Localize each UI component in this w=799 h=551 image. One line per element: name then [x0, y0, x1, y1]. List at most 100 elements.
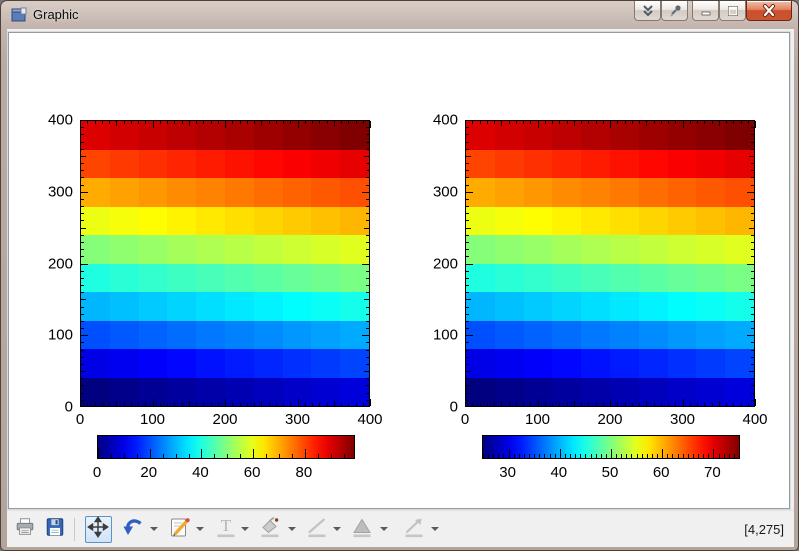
heatmap-cell [581, 235, 610, 264]
line-button[interactable] [305, 517, 329, 541]
axis-tick [751, 170, 754, 171]
axis-tick [366, 249, 369, 250]
axis-tick [81, 242, 84, 243]
pin-button[interactable] [661, 1, 688, 21]
save-button[interactable] [43, 517, 67, 541]
axis-tick [698, 454, 699, 458]
heatmap-cell [139, 150, 168, 179]
polygon-button[interactable] [350, 517, 374, 541]
axis-tick [150, 449, 151, 458]
heatmap-cell [610, 178, 639, 207]
annotate-dropdown-caret[interactable] [196, 527, 204, 531]
heatmap-plot-1[interactable]: 01002003004000100200300400 [80, 120, 370, 407]
heatmap-cell [639, 150, 668, 179]
axis-tick [145, 403, 146, 406]
axis-tick [227, 454, 228, 458]
undo-dropdown-caret[interactable] [150, 527, 158, 531]
graphic-canvas[interactable]: 0100200300400010020030040002040608001002… [8, 32, 790, 509]
axis-tick [81, 177, 84, 178]
chevron-double-down-icon [640, 4, 656, 18]
heatmap-cell [581, 349, 610, 378]
axis-tick [751, 271, 754, 272]
axis-tick [211, 121, 212, 124]
axis-tick [596, 121, 597, 124]
axis-tick [741, 121, 742, 124]
axis-tick [751, 378, 754, 379]
heatmap-cell [581, 150, 610, 179]
heatmap-cell [81, 121, 110, 150]
polygon-tool-icon [350, 515, 374, 544]
paint-button[interactable] [258, 517, 282, 541]
heatmap-cell [139, 292, 168, 321]
axis-tick [305, 449, 306, 458]
axis-tick [81, 385, 84, 386]
pencil-pad-icon [168, 515, 192, 544]
heatmap-cell [225, 207, 254, 236]
titlebar[interactable]: Graphic [1, 1, 798, 29]
axis-tick [466, 163, 469, 164]
axis-tick [283, 403, 284, 406]
axis-tick [466, 385, 469, 386]
axis-tick [524, 454, 525, 458]
axis-tick [254, 121, 255, 124]
axis-tick [567, 403, 568, 406]
polygon-dropdown-caret[interactable] [380, 527, 388, 531]
colorbar-tick-label: 60 [244, 464, 261, 481]
colorbar-1[interactable] [97, 435, 355, 459]
heatmap-cell [283, 292, 312, 321]
pin-icon [667, 4, 683, 18]
heatmap-plot-2[interactable]: 01002003004000100200300400 [465, 120, 755, 407]
heatmap-cell [340, 150, 369, 179]
minimize-button[interactable] [692, 1, 719, 21]
axis-tick [366, 364, 369, 365]
axis-tick [466, 256, 469, 257]
print-button[interactable] [13, 517, 37, 541]
y-tick-label: 100 [48, 327, 73, 344]
y-tick-label: 200 [48, 255, 73, 272]
annotate-button[interactable] [168, 517, 192, 541]
heatmap-cell [668, 292, 697, 321]
arrow-dropdown-caret[interactable] [431, 527, 439, 531]
undo-button[interactable] [121, 517, 145, 541]
axis-tick [544, 454, 545, 458]
axis-tick [749, 228, 754, 229]
heatmap-cell [254, 378, 283, 407]
heatmap-cell [139, 235, 168, 264]
axis-tick [610, 399, 611, 406]
text-button[interactable]: T [214, 517, 238, 541]
heatmap-cell [167, 235, 196, 264]
collapse-toolbar-button[interactable] [634, 1, 661, 21]
axis-tick [751, 292, 754, 293]
heatmap-cell [167, 349, 196, 378]
window-icon [11, 7, 27, 23]
x-tick-label: 400 [357, 411, 382, 428]
axis-tick [466, 149, 469, 150]
axis-tick [480, 403, 481, 406]
heatmap-cell [225, 378, 254, 407]
axis-tick [362, 120, 369, 121]
maximize-button[interactable] [719, 1, 746, 21]
axis-tick [575, 454, 576, 458]
arrow-button[interactable] [402, 517, 426, 541]
heatmap-cell [254, 349, 283, 378]
heatmap-cell [725, 378, 754, 407]
axis-tick [81, 342, 84, 343]
axis-tick [585, 454, 586, 458]
colorbar-2[interactable] [482, 435, 740, 459]
window-title: Graphic [33, 7, 79, 22]
axis-tick [654, 121, 655, 124]
heatmap-cell [254, 207, 283, 236]
axis-tick [588, 403, 589, 406]
axis-tick [466, 335, 473, 336]
axis-tick [466, 249, 469, 250]
heatmap-cell [668, 349, 697, 378]
axis-tick [751, 199, 754, 200]
close-button[interactable] [746, 1, 792, 21]
text-dropdown-caret[interactable] [241, 527, 249, 531]
heatmap-cell [610, 349, 639, 378]
line-dropdown-caret[interactable] [333, 527, 341, 531]
axis-tick [626, 454, 627, 458]
paint-dropdown-caret[interactable] [288, 527, 296, 531]
heatmap-cell [81, 264, 110, 293]
pan-button[interactable] [85, 516, 112, 543]
